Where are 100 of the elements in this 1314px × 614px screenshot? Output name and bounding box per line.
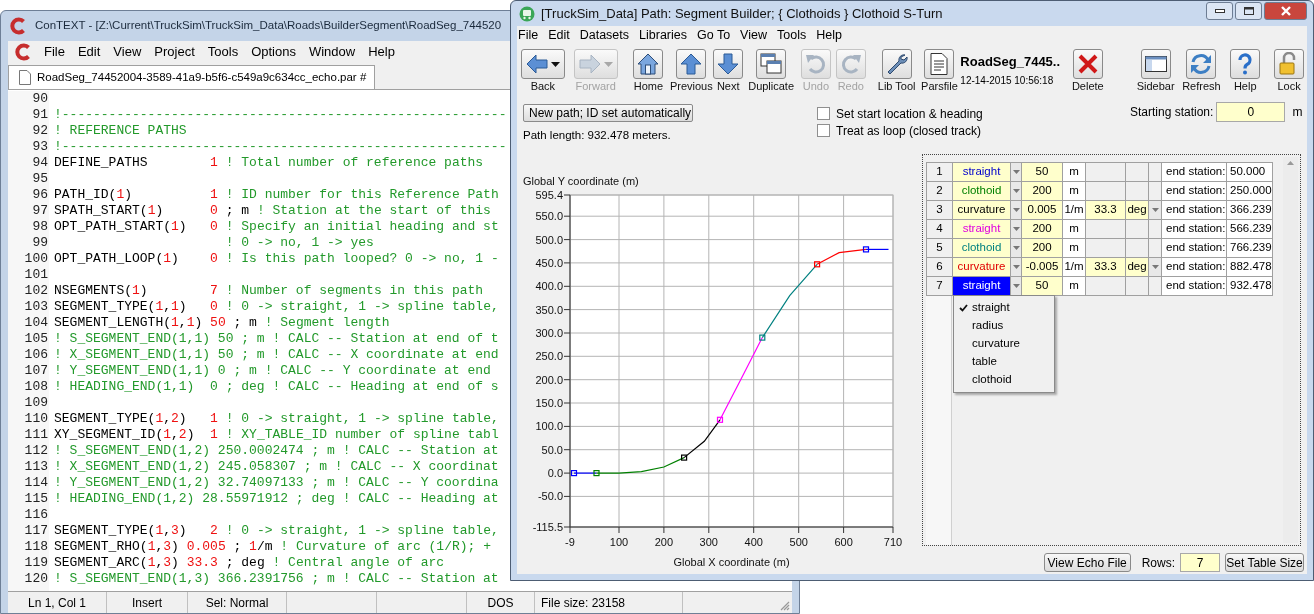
- status-text: Ln 1, Col 1: [27, 594, 86, 612]
- row-number: 1: [926, 162, 953, 182]
- window-title: ConTEXT - [Z:\Current\TruckSim\TruckSim_Data\Roads\BuilderSegment\RoadSeg_744520: [35, 18, 502, 34]
- dropdown-button[interactable]: [1010, 162, 1022, 182]
- menu-item[interactable]: Datasets: [579, 25, 630, 45]
- menu-item[interactable]: Options: [250, 42, 297, 62]
- line-number: 91: [31, 107, 49, 123]
- line-number: 115: [23, 491, 49, 507]
- status-text: Insert: [132, 594, 162, 612]
- maximize-button[interactable]: [1235, 2, 1262, 20]
- checkbox-label: Treat as loop (closed track): [836, 122, 981, 140]
- dropdown-button[interactable]: [1010, 257, 1022, 277]
- menu-option[interactable]: straight: [954, 299, 1054, 317]
- dropdown-button[interactable]: [1148, 200, 1162, 220]
- menu-item[interactable]: Go To: [697, 25, 731, 45]
- toolbar-button[interactable]: Refresh: [1179, 49, 1224, 93]
- menu-item[interactable]: Project: [153, 42, 196, 62]
- code-line: ! S_SEGMENT_END(1,2) 250.0002474 ; m ! CALC -- Station at: [54, 443, 499, 459]
- menu-item[interactable]: Tools: [777, 25, 807, 45]
- code-line: DEFINE_PATHS 1 ! Total number of reference paths: [54, 155, 484, 171]
- file-tab[interactable]: RoadSeg_74452004-3589-41a9-b5f6-c549a9c634cc_echo.par #: [8, 65, 376, 89]
- caret-icon: [1012, 246, 1020, 250]
- axis-tick-label: 400.0: [535, 280, 563, 293]
- dropdown-button[interactable]: [1010, 276, 1022, 296]
- axis-tick-label: 500.0: [535, 233, 563, 246]
- code-line: SEGMENT_TYPE(1,2) 1 ! 0 -> straight, 1 -> spline table,: [54, 411, 499, 427]
- caret-icon: [1151, 265, 1159, 269]
- toolbar-button[interactable]: Duplicate: [748, 49, 795, 93]
- button[interactable]: Set Table Size: [1225, 553, 1304, 572]
- menu-option[interactable]: curvature: [954, 335, 1054, 353]
- minimize-button[interactable]: [1206, 2, 1233, 20]
- code-line: SEGMENT_LENGTH(1,1) 50 ; m ! Segment length: [54, 315, 390, 331]
- arrow-right-icon: [578, 52, 603, 76]
- checkbox[interactable]: [817, 124, 830, 137]
- dropdown-button[interactable]: [1010, 200, 1022, 220]
- axis-tick-label: 50.0: [541, 443, 563, 456]
- line-number: 102: [23, 283, 49, 299]
- scroll-up-icon[interactable]: [1287, 161, 1294, 165]
- point-marker: [570, 470, 578, 477]
- point-marker: [814, 261, 821, 268]
- dataset-date: 12-14-2015 10:56:18: [960, 73, 1055, 88]
- code-line: NSEGMENTS(1) 7 ! Number of segments in this path: [54, 283, 484, 299]
- menu-item[interactable]: View: [112, 42, 143, 62]
- close-button[interactable]: [1264, 2, 1307, 20]
- window-title: [TruckSim_Data] Path: Segment Builder; { Clothoids } Clothoid S-Turn: [541, 4, 944, 23]
- rows-field[interactable]: 7: [1180, 553, 1220, 572]
- toolbar-button[interactable]: Previous: [669, 49, 714, 93]
- menu-item[interactable]: Edit: [548, 25, 570, 45]
- axis-tick-label: 710: [883, 536, 903, 548]
- maximize-icon: [1243, 7, 1254, 15]
- end-station-value: 50.000: [1226, 162, 1273, 182]
- code-line: PATH_ID(1) 1 ! ID number for this Reference Path: [54, 187, 499, 203]
- code-line: OPT_PATH_START(1) 0 ! Specify an initial heading and st: [54, 219, 499, 235]
- dropdown-button[interactable]: [1010, 181, 1022, 201]
- table-cell: [1148, 162, 1162, 182]
- scrollbar[interactable]: [1283, 157, 1298, 543]
- menu-item[interactable]: Help: [816, 25, 842, 45]
- close-icon: [1280, 6, 1291, 16]
- code-line: !---------------------------------------------------------: [54, 139, 507, 155]
- point-marker: [681, 454, 688, 461]
- axis-tick-label: 300.0: [535, 327, 563, 339]
- menu-item[interactable]: Libraries: [639, 25, 687, 45]
- starting-station-field[interactable]: 0: [1216, 102, 1286, 122]
- menu-item[interactable]: Tools: [206, 42, 240, 62]
- minimize-icon: [1214, 9, 1225, 13]
- checkbox-label: Set start location & heading: [836, 105, 983, 123]
- table-cell: [1125, 162, 1149, 182]
- length-field[interactable]: 50: [1021, 162, 1063, 182]
- status-text: Sel: Normal: [205, 594, 269, 612]
- arrow-left-icon: [525, 52, 550, 76]
- line-number: 116: [23, 507, 49, 523]
- menu-item[interactable]: Help: [367, 42, 396, 62]
- axis-tick-label: 300: [699, 536, 718, 548]
- checkbox[interactable]: [817, 107, 830, 120]
- axis-tick-label: 100: [609, 536, 629, 548]
- axis-tick-label: 500: [789, 536, 808, 548]
- dropdown-button[interactable]: [1010, 238, 1022, 258]
- axis-tick-label: 150.0: [535, 397, 563, 409]
- button[interactable]: View Echo File: [1043, 553, 1131, 572]
- menu-option[interactable]: radius: [954, 317, 1054, 335]
- line-number: 97: [31, 203, 49, 219]
- menu-item[interactable]: Window: [307, 42, 357, 62]
- line-number: 92: [31, 123, 49, 139]
- segment-type-dropdown[interactable]: straight: [952, 162, 1011, 182]
- menu-option[interactable]: clothoid: [954, 371, 1054, 389]
- menu-item[interactable]: Edit: [76, 42, 102, 62]
- code-line: ! X_SEGMENT_END(1,1) 50 ; m ! CALC -- X coordinate at end: [54, 347, 499, 363]
- caret-icon: [1151, 208, 1159, 212]
- code-line: ! X_SEGMENT_END(1,2) 245.058307 ; m ! CALC -- X coordinat: [54, 459, 499, 475]
- path-mode-dropdown[interactable]: New path; ID set automatically: [523, 104, 693, 122]
- menu-item[interactable]: File: [518, 25, 539, 45]
- menu-option[interactable]: table: [954, 353, 1054, 371]
- status-text: DOS: [487, 594, 514, 612]
- menu-item[interactable]: View: [740, 25, 767, 45]
- line-number: 93: [31, 139, 49, 155]
- code-line: ! S_SEGMENT_END(1,3) 366.2391756 ; m ! CALC -- Station at: [54, 571, 499, 587]
- code-line: ! Y_SEGMENT_END(1,1) 0 ; m ! CALC -- Y coordinate at end: [54, 363, 491, 379]
- status-text: File size: 23158: [541, 594, 626, 612]
- dropdown-button[interactable]: [1010, 219, 1022, 239]
- menu-item[interactable]: File: [43, 42, 66, 62]
